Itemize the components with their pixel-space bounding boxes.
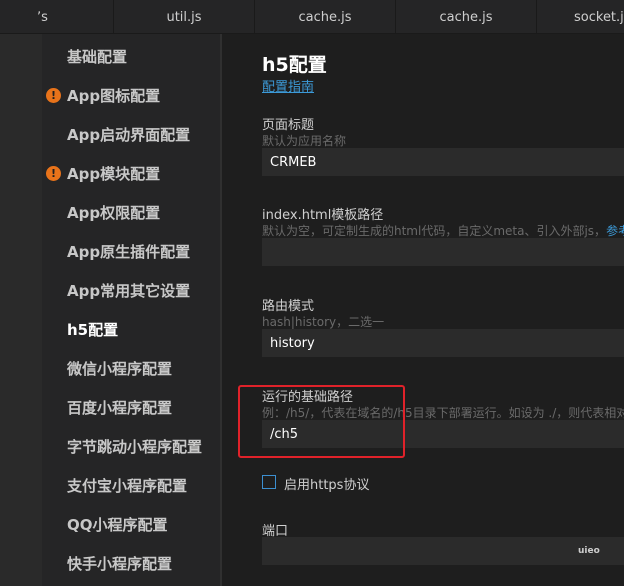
- nav-item-6[interactable]: App常用其它设置: [42, 271, 220, 310]
- port-input[interactable]: [262, 537, 624, 565]
- https-checkbox-label[interactable]: 启用https协议: [284, 474, 369, 493]
- left-gutter: [0, 34, 42, 586]
- nav-item-label: App常用其它设置: [67, 282, 191, 300]
- warning-icon: !: [46, 88, 61, 103]
- nav-item-5[interactable]: App原生插件配置: [42, 232, 220, 271]
- nav-item-label: 支付宝小程序配置: [67, 477, 188, 495]
- nav-item-12[interactable]: QQ小程序配置: [42, 505, 220, 544]
- nav-item-label: App启动界面配置: [67, 126, 191, 144]
- template-path-hint: 默认为空，可定制生成的html代码，自定义meta、引入外部js，参考: [262, 222, 624, 239]
- nav-item-9[interactable]: 百度小程序配置: [42, 388, 220, 427]
- tab-label: cache.js: [298, 9, 352, 25]
- nav-item-label: 基础配置: [67, 48, 128, 66]
- nav-item-label: 百度小程序配置: [67, 399, 173, 417]
- nav-item-label: QQ小程序配置: [67, 516, 168, 534]
- tab-label: util.js: [166, 9, 202, 25]
- warning-icon: !: [46, 166, 61, 181]
- watermark: uieo: [578, 546, 600, 556]
- nav-item-label: App模块配置: [67, 165, 161, 183]
- tab-file-1[interactable]: ʼs: [0, 0, 114, 34]
- nav-item-label: App图标配置: [67, 87, 161, 105]
- template-path-input[interactable]: [262, 238, 624, 266]
- nav-item-label: 快手小程序配置: [67, 555, 173, 573]
- nav-item-label: 字节跳动小程序配置: [67, 438, 203, 456]
- nav-item-8[interactable]: 微信小程序配置: [42, 349, 220, 388]
- nav-item-label: App权限配置: [67, 204, 161, 222]
- nav-item-label: h5配置: [67, 321, 119, 339]
- router-mode-hint: hash|history，二选一: [262, 315, 385, 329]
- config-guide-link[interactable]: 配置指南: [262, 76, 314, 95]
- router-mode-input[interactable]: [262, 329, 624, 357]
- nav-item-label: App原生插件配置: [67, 243, 191, 261]
- template-reference-link[interactable]: 参考: [606, 224, 624, 238]
- settings-content: h5配置 配置指南 页面标题 默认为应用名称 index.html模板路径 默认…: [222, 34, 624, 586]
- tab-util-js[interactable]: util.js: [114, 0, 255, 34]
- nav-item-13[interactable]: 快手小程序配置: [42, 544, 220, 583]
- nav-item-label: 微信小程序配置: [67, 360, 173, 378]
- https-checkbox[interactable]: [262, 475, 276, 489]
- tab-cache-js-2[interactable]: cache.js: [396, 0, 537, 34]
- tab-cache-js-1[interactable]: cache.js: [255, 0, 396, 34]
- nav-item-1[interactable]: ! App图标配置: [42, 76, 220, 115]
- page-title-label: 页面标题: [262, 118, 315, 133]
- tab-label: socket.js: [574, 9, 624, 25]
- nav-item-10[interactable]: 字节跳动小程序配置: [42, 427, 220, 466]
- tab-label: ʼs: [37, 9, 48, 25]
- page-title-hint: 默认为应用名称: [262, 134, 347, 148]
- page-title: h5配置: [262, 54, 327, 76]
- tab-bar: ʼs util.js cache.js cache.js socket.js: [0, 0, 624, 34]
- tab-socket-js[interactable]: socket.js: [537, 0, 624, 34]
- editor-window: ʼs util.js cache.js cache.js socket.js 基…: [0, 0, 624, 586]
- nav-item-3[interactable]: ! App模块配置: [42, 154, 220, 193]
- tab-label: cache.js: [439, 9, 493, 25]
- settings-nav: 基础配置! App图标配置 App启动界面配置! App模块配置 App权限配置 App原…: [42, 34, 220, 586]
- nav-item-11[interactable]: 支付宝小程序配置: [42, 466, 220, 505]
- nav-item-4[interactable]: App权限配置: [42, 193, 220, 232]
- router-mode-label: 路由模式: [262, 299, 315, 314]
- page-title-input[interactable]: [262, 148, 624, 176]
- nav-item-0[interactable]: 基础配置: [42, 37, 220, 76]
- template-path-label: index.html模板路径: [262, 208, 384, 223]
- highlight-box: [238, 385, 405, 458]
- nav-item-2[interactable]: App启动界面配置: [42, 115, 220, 154]
- template-path-hint-text: 默认为空，可定制生成的html代码，自定义meta、引入外部js，: [262, 224, 607, 238]
- nav-item-7[interactable]: h5配置: [42, 310, 220, 349]
